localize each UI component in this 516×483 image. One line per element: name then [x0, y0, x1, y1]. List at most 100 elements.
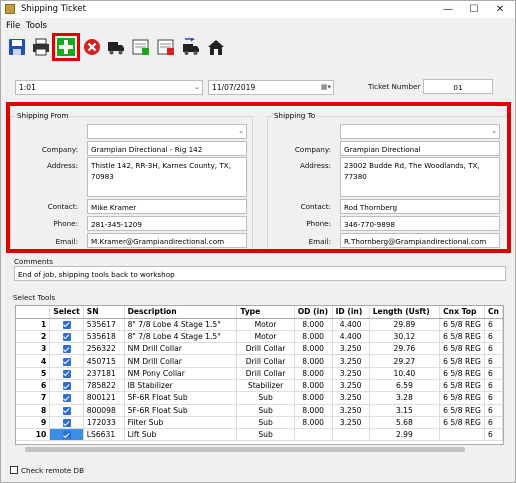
add-button[interactable] [52, 33, 80, 61]
table-cell: IB Stabilizer [124, 379, 238, 393]
table-cell: 6 5/8 REG [439, 404, 485, 417]
table-cell: NM Pony Collar [124, 367, 238, 380]
table-cell: Motor [236, 318, 295, 331]
select-checkbox[interactable] [62, 406, 71, 415]
close-button[interactable]: ✕ [489, 2, 511, 17]
select-cell[interactable] [49, 428, 84, 442]
row-number: 5 [16, 367, 51, 380]
comments-field[interactable]: End of job, shipping tools back to works… [14, 266, 506, 281]
column-header[interactable]: Cnx Top [439, 306, 485, 319]
ticket-number-field[interactable]: 01 [423, 79, 493, 94]
column-header[interactable] [16, 306, 51, 319]
column-header[interactable]: Length (Usft) [369, 306, 441, 319]
table-cell: 5F-6R Float Sub [124, 404, 238, 417]
title-bar: Shipping Ticket — ☐ ✕ [1, 1, 515, 18]
table-cell: 3.250 [332, 404, 370, 417]
column-header[interactable]: Description [124, 306, 238, 319]
select-cell[interactable] [49, 354, 84, 368]
column-header[interactable]: Type [236, 306, 295, 319]
table-cell: Sub [236, 416, 295, 430]
window-title: Shipping Ticket [21, 4, 86, 14]
table-cell: Drill Collar [236, 354, 295, 368]
select-checkbox[interactable] [62, 332, 71, 341]
table-row[interactable]: 4 450715 NM Drill Collar Drill Collar 8.000 3… [16, 354, 503, 368]
table-cell [332, 428, 370, 442]
print-button[interactable] [30, 36, 52, 58]
table-cell: 6 [484, 318, 503, 331]
column-header[interactable]: OD (in) [294, 306, 333, 319]
menu-tools[interactable]: Tools [26, 21, 47, 31]
table-row[interactable]: 7 800121 5F-6R Float Sub Sub 8.000 3.250 3.28 6… [16, 391, 503, 405]
select-checkbox[interactable] [62, 369, 71, 378]
remove-sheet-icon [157, 39, 174, 55]
table-cell: 29.27 [369, 354, 441, 368]
date-value: 11/07/2019 [212, 83, 256, 92]
add-sheet-button[interactable] [130, 36, 152, 58]
chevron-down-icon: ⌄ [194, 83, 200, 91]
select-cell[interactable] [49, 318, 84, 331]
select-checkbox[interactable] [62, 394, 71, 403]
table-cell: 800121 [83, 391, 125, 405]
table-row[interactable]: 1 535617 8" 7/8 Lobe 4 Stage 1.5° Motor 8.00… [16, 318, 503, 331]
table-row[interactable]: 2 535618 8" 7/8 Lobe 4 Stage 1.5° Motor 8.00… [16, 330, 503, 344]
row-number: 6 [16, 379, 51, 393]
check-remote-db-checkbox[interactable] [10, 466, 18, 474]
table-cell: 3.250 [332, 367, 370, 380]
table-cell: Filter Sub [124, 416, 238, 430]
truck-button[interactable] [105, 36, 127, 58]
date-picker[interactable]: 11/07/2019 ▦▾ [208, 80, 334, 95]
table-cell: 6 [484, 428, 503, 442]
horizontal-scrollbar[interactable] [15, 445, 504, 454]
job-value: 1:01 [19, 83, 36, 92]
select-checkbox[interactable] [62, 419, 71, 428]
column-header[interactable]: ID (in) [332, 306, 370, 319]
select-cell[interactable] [49, 342, 84, 356]
select-checkbox[interactable] [62, 431, 71, 440]
scrollbar-thumb[interactable] [25, 447, 465, 452]
table-cell: 4.400 [332, 330, 370, 344]
add-icon [57, 38, 75, 56]
select-cell[interactable] [49, 379, 84, 393]
column-header[interactable]: SN [83, 306, 125, 319]
table-cell: 8.000 [294, 330, 333, 344]
table-cell [294, 428, 333, 442]
select-cell[interactable] [49, 404, 84, 417]
table-cell: 3.250 [332, 342, 370, 356]
select-cell[interactable] [49, 367, 84, 380]
table-cell: 6 5/8 REG [439, 330, 485, 344]
column-header[interactable]: Select [49, 306, 84, 319]
table-cell: 8" 7/8 Lobe 4 Stage 1.5° [124, 318, 238, 331]
table-cell: 8.000 [294, 354, 333, 368]
select-cell[interactable] [49, 391, 84, 405]
maximize-button[interactable]: ☐ [463, 2, 485, 17]
cancel-button[interactable] [81, 36, 103, 58]
table-cell: 6 [484, 342, 503, 356]
table-row[interactable]: 3 256322 NM Drill Collar Drill Collar 8.000 3… [16, 342, 503, 356]
job-select[interactable]: 1:01 ⌄ [15, 80, 203, 95]
table-row[interactable]: 5 237181 NM Pony Collar Drill Collar 8.000 3.… [16, 367, 503, 380]
select-checkbox[interactable] [62, 345, 71, 354]
select-checkbox[interactable] [62, 357, 71, 366]
select-checkbox[interactable] [62, 382, 71, 391]
table-row[interactable]: 6 785822 IB Stabilizer Stabilizer 8.000 3.250… [16, 379, 503, 393]
transfer-truck-button[interactable] [180, 36, 202, 58]
home-button[interactable] [205, 36, 227, 58]
table-cell: NM Drill Collar [124, 342, 238, 356]
table-cell: Sub [236, 404, 295, 417]
select-checkbox[interactable] [62, 320, 71, 329]
select-cell[interactable] [49, 416, 84, 430]
menu-file[interactable]: File [6, 21, 20, 31]
table-row[interactable]: 9 172033 Filter Sub Sub 8.000 3.250 5.68 6 5/8 … [16, 416, 503, 430]
table-row[interactable]: 10 LS6631 Lift Sub Sub 2.99 6 [16, 428, 503, 442]
row-number: 10 [16, 428, 51, 442]
table-cell: 6 [484, 354, 503, 368]
row-number: 7 [16, 391, 51, 405]
remove-sheet-button[interactable] [155, 36, 177, 58]
table-row[interactable]: 8 800098 5F-6R Float Sub Sub 8.000 3.250 3.15 6… [16, 404, 503, 417]
minimize-button[interactable]: — [437, 2, 459, 17]
save-button[interactable] [6, 36, 28, 58]
column-header[interactable]: Cn [484, 306, 503, 319]
table-cell: 29.76 [369, 342, 441, 356]
select-cell[interactable] [49, 330, 84, 344]
table-cell: 6 5/8 REG [439, 318, 485, 331]
